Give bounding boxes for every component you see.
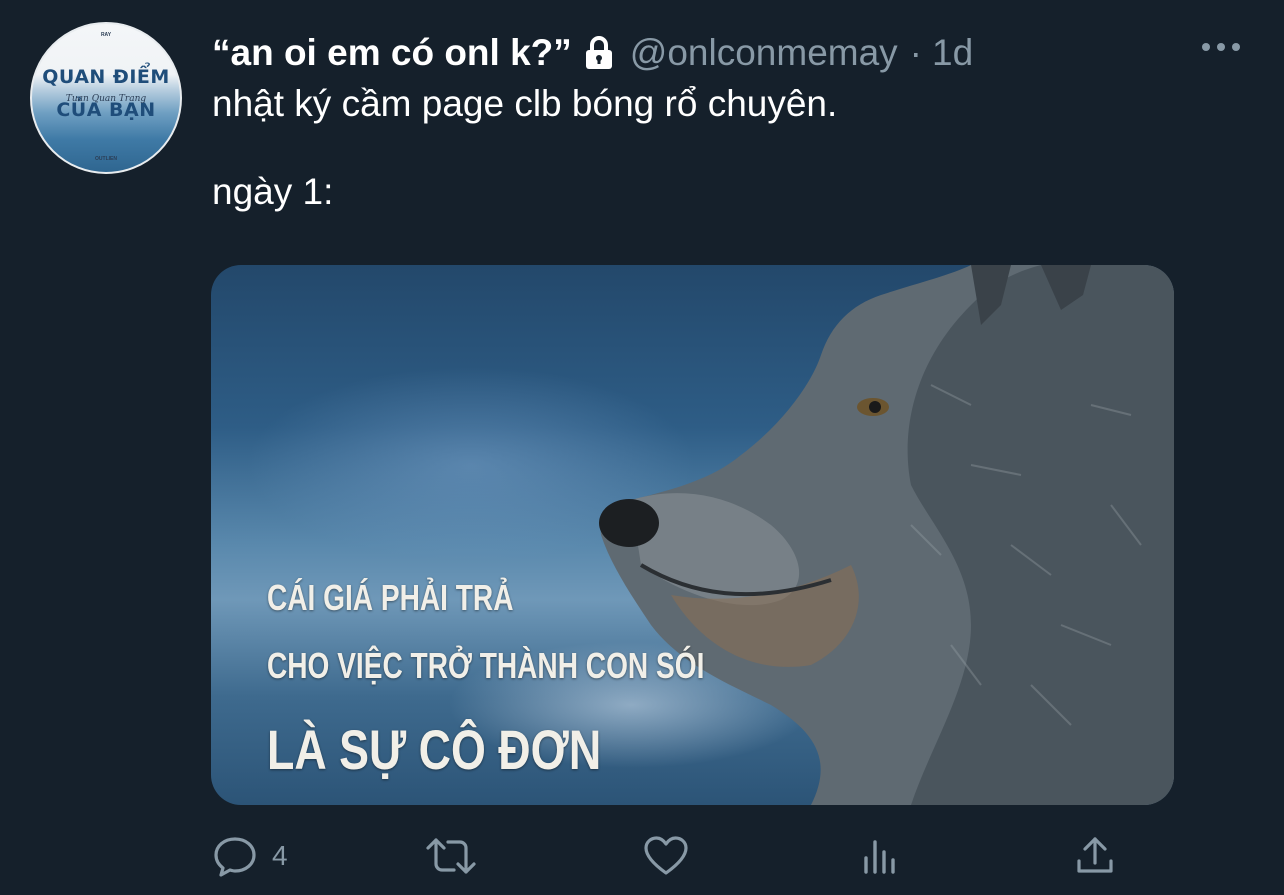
avatar-cover-bottom: OUTLIEN (95, 156, 117, 162)
media-caption-line1: CÁI GIÁ PHẢI TRẢ (267, 577, 514, 618)
share-button[interactable] (1074, 830, 1116, 882)
tweet-media-image[interactable]: CÁI GIÁ PHẢI TRẢ CHO VIỆC TRỞ THÀNH CON … (211, 265, 1174, 805)
analytics-icon (864, 840, 895, 874)
tweet-actions: 4 (212, 830, 1132, 882)
reply-count: 4 (272, 840, 288, 871)
tweet-text: nhật ký cầm page clb bóng rổ chuyên. ngà… (212, 82, 837, 214)
avatar-cover-title-line1: QUAN ĐIỂM (42, 66, 170, 88)
retweet-icon (426, 838, 476, 874)
avatar[interactable]: RAY QUAN ĐIỂM CỦA BẠN Tuan Quan Trang OU… (30, 22, 182, 174)
reply-icon (214, 837, 256, 877)
tweet-text-line1: nhật ký cầm page clb bóng rổ chuyên. (212, 83, 838, 124)
lock-icon (584, 36, 614, 70)
separator-dot: · (909, 32, 922, 73)
share-icon (1077, 837, 1113, 873)
avatar-cover-top: RAY (100, 32, 112, 38)
tweet-header: “an oi em có onl k?” @onlconmemay · 1d (212, 30, 973, 76)
timestamp[interactable]: 1d (932, 32, 973, 74)
handle[interactable]: @onlconmemay (630, 32, 898, 74)
media-caption-line3: LÀ SỰ CÔ ĐƠN (267, 718, 602, 781)
display-name[interactable]: “an oi em có onl k?” (212, 32, 572, 74)
like-button[interactable] (642, 830, 704, 882)
heart-icon (644, 836, 688, 875)
media-caption-line2: CHO VIỆC TRỞ THÀNH CON SÓI (267, 645, 705, 686)
tweet[interactable]: RAY QUAN ĐIỂM CỦA BẠN Tuan Quan Trang OU… (0, 0, 1284, 895)
more-horizontal-icon (1202, 43, 1240, 51)
avatar-cover-subtitle: Tuan Quan Trang (65, 94, 147, 104)
retweet-button[interactable] (424, 830, 492, 882)
reply-button[interactable]: 4 (212, 830, 288, 882)
analytics-button[interactable] (860, 830, 900, 882)
more-button[interactable] (1198, 32, 1244, 62)
tweet-text-line2: ngày 1: (212, 171, 334, 212)
